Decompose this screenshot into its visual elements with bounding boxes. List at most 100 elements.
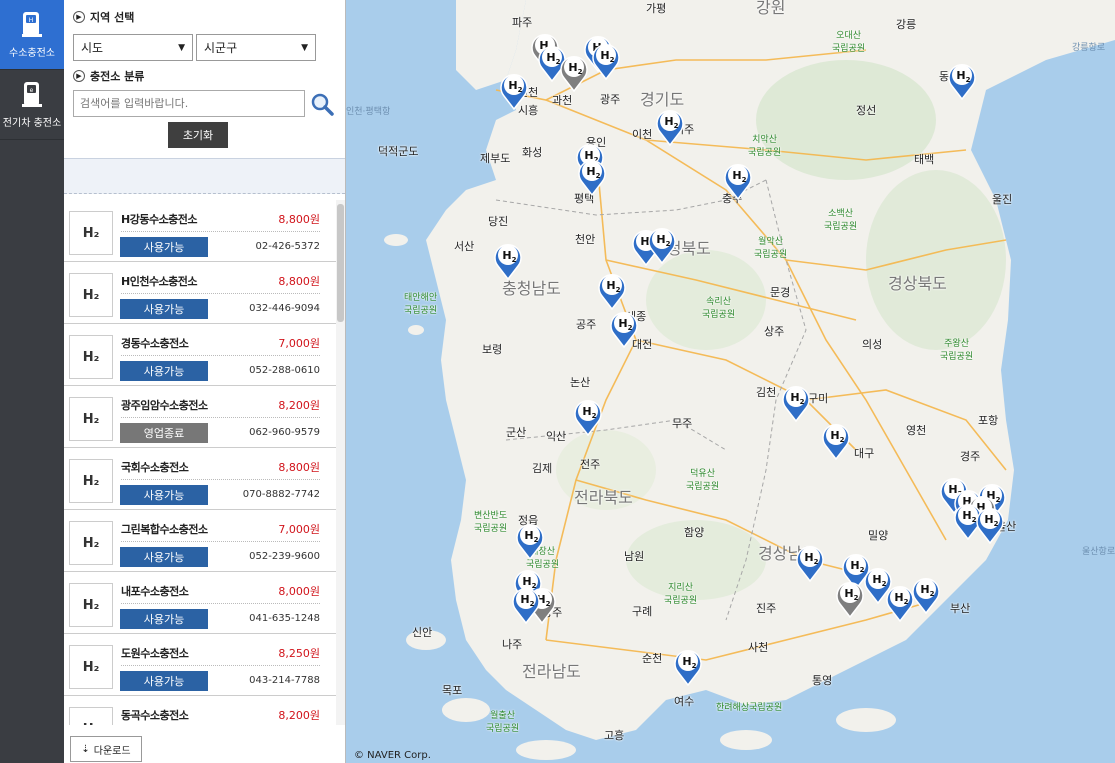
hydrogen-station-marker-icon[interactable]: H2	[646, 224, 678, 264]
hydrogen-station-marker-icon[interactable]: H2	[514, 520, 546, 560]
nav-hydrogen-label: 수소충전소	[9, 48, 55, 59]
hydrogen-station-marker-icon[interactable]: H2	[498, 70, 530, 110]
map-label: 경상북도	[888, 274, 947, 293]
map-label: 정선	[856, 104, 877, 117]
chevron-down-icon: ▼	[178, 42, 185, 53]
station-price: 8,800원	[278, 461, 320, 474]
nav-ev-station[interactable]: e 전기차 충전소	[0, 70, 64, 140]
station-list-item[interactable]: H₂ 광주임암수소충전소 8,200원 영업종료 062-960-9579	[64, 386, 336, 448]
list-header-band	[64, 158, 345, 194]
sido-select-value: 시도	[81, 41, 104, 55]
svg-text:2: 2	[578, 68, 583, 76]
search-input[interactable]	[73, 90, 305, 117]
station-list-item[interactable]: H₂ H인천수소충전소 8,800원 사용가능 032-446-9094	[64, 262, 336, 324]
svg-text:H: H	[804, 551, 813, 564]
download-button[interactable]: ⇣ 다운로드	[70, 736, 142, 762]
hydrogen-station-marker-icon[interactable]: H2	[608, 308, 640, 348]
hydrogen-station-marker-icon[interactable]: H2	[946, 60, 978, 100]
download-icon: ⇣	[81, 743, 90, 755]
hydrogen-station-marker-icon[interactable]: H2	[492, 240, 524, 280]
station-price: 8,800원	[278, 213, 320, 226]
svg-text:2: 2	[994, 520, 999, 528]
divider	[121, 293, 320, 294]
hydrogen-station-marker-icon[interactable]: H2	[794, 542, 826, 582]
svg-text:2: 2	[840, 436, 845, 444]
map-label: 공주	[576, 318, 597, 331]
map-label: 목포	[442, 684, 463, 697]
station-list-item[interactable]: H₂ 경동수소충전소 7,000원 사용가능 052-288-0610	[64, 324, 336, 386]
svg-text:H: H	[520, 593, 529, 606]
divider	[121, 541, 320, 542]
svg-text:H: H	[844, 587, 853, 600]
station-price: 7,000원	[278, 337, 320, 350]
map-view[interactable]: 파주 가평 강원 강릉 동해 인천 시흥 과천 광주 경기도 정선 이천 여주 …	[346, 0, 1115, 763]
svg-text:2: 2	[904, 598, 909, 606]
reset-button[interactable]: 초기화	[168, 122, 228, 148]
svg-text:2: 2	[800, 398, 805, 406]
hydrogen-station-marker-icon[interactable]: H2	[974, 504, 1006, 544]
svg-text:2: 2	[546, 600, 551, 608]
hydrogen-station-marker-icon[interactable]: H2	[510, 584, 542, 624]
station-list: H₂ H강동수소충전소 8,800원 사용가능 02-426-5372 H₂ H인천수소충전…	[64, 200, 336, 725]
map-label: 포항	[978, 414, 999, 427]
sigungu-select[interactable]: 시군구 ▼	[196, 34, 316, 61]
svg-text:2: 2	[966, 76, 971, 84]
map-label: 나주	[502, 638, 523, 651]
hydrogen-logo-icon: H₂	[69, 273, 113, 317]
svg-text:H: H	[568, 61, 577, 74]
svg-text:H: H	[790, 391, 799, 404]
hydrogen-station-marker-icon[interactable]: H2	[572, 396, 604, 436]
svg-text:H: H	[984, 513, 993, 526]
search-panel: ▶ 지역 선택 시도 ▼ 시군구 ▼ ▶ 충전소 분류 초기화 H₂	[64, 0, 346, 763]
hydrogen-logo-icon: H₂	[69, 211, 113, 255]
map-label: 남원	[624, 550, 645, 563]
station-list-item[interactable]: H₂ 동곡수소충전소 8,200원	[64, 696, 336, 725]
status-badge: 사용가능	[120, 547, 208, 567]
svg-text:H: H	[732, 169, 741, 182]
station-price: 7,000원	[278, 523, 320, 536]
hydrogen-station-marker-icon[interactable]: H2	[590, 40, 622, 80]
map-label: 과천	[552, 94, 573, 107]
sea-route-label: 울산항로	[1082, 547, 1115, 557]
scrollbar-thumb[interactable]	[337, 204, 344, 322]
park-label: 소백산 국립공원	[824, 209, 858, 232]
hydrogen-station-marker-icon[interactable]: H2	[820, 420, 852, 460]
status-badge: 사용가능	[120, 485, 208, 505]
map-label: 경주	[960, 450, 981, 463]
svg-text:H: H	[656, 233, 665, 246]
svg-text:H: H	[546, 51, 555, 64]
station-name: 경동수소충전소	[121, 337, 189, 350]
map-label: 덕적군도	[378, 145, 419, 158]
svg-text:H: H	[606, 279, 615, 292]
hydrogen-station-marker-icon[interactable]: H2	[558, 52, 590, 92]
svg-text:H: H	[920, 583, 929, 596]
svg-text:e: e	[30, 87, 34, 94]
hydrogen-station-marker-icon[interactable]: H2	[910, 574, 942, 614]
map-label: 김제	[532, 462, 553, 475]
nav-hydrogen-station[interactable]: H 수소충전소	[0, 0, 64, 70]
station-list-item[interactable]: H₂ 도원수소충전소 8,250원 사용가능 043-214-7788	[64, 634, 336, 696]
station-list-item[interactable]: H₂ 내포수소충전소 8,000원 사용가능 041-635-1248	[64, 572, 336, 634]
hydrogen-station-marker-icon[interactable]: H2	[596, 270, 628, 310]
hydrogen-station-marker-icon[interactable]: H2	[780, 382, 812, 422]
svg-text:H: H	[664, 115, 673, 128]
hydrogen-station-marker-icon[interactable]: H2	[672, 646, 704, 686]
list-scrollbar[interactable]	[336, 200, 345, 725]
divider	[121, 355, 320, 356]
hydrogen-station-marker-icon[interactable]: H2	[722, 160, 754, 200]
svg-text:2: 2	[742, 176, 747, 184]
hydrogen-station-marker-icon[interactable]: H2	[576, 156, 608, 196]
station-list-item[interactable]: H₂ H강동수소충전소 8,800원 사용가능 02-426-5372	[64, 200, 336, 262]
search-icon[interactable]	[309, 91, 335, 117]
map-label: 태백	[914, 153, 935, 166]
map-label: 통영	[812, 674, 833, 687]
hydrogen-logo-icon: H₂	[69, 707, 113, 725]
map-label: 군산	[506, 426, 527, 439]
station-list-item[interactable]: H₂ 그린복합수소충전소 7,000원 사용가능 052-239-9600	[64, 510, 336, 572]
sido-select[interactable]: 시도 ▼	[73, 34, 193, 61]
svg-text:H: H	[586, 165, 595, 178]
hydrogen-station-marker-icon[interactable]: H2	[654, 106, 686, 146]
ev-charger-icon: e	[22, 82, 42, 107]
station-list-item[interactable]: H₂ 국회수소충전소 8,800원 사용가능 070-8882-7742	[64, 448, 336, 510]
status-badge: 사용가능	[120, 671, 208, 691]
